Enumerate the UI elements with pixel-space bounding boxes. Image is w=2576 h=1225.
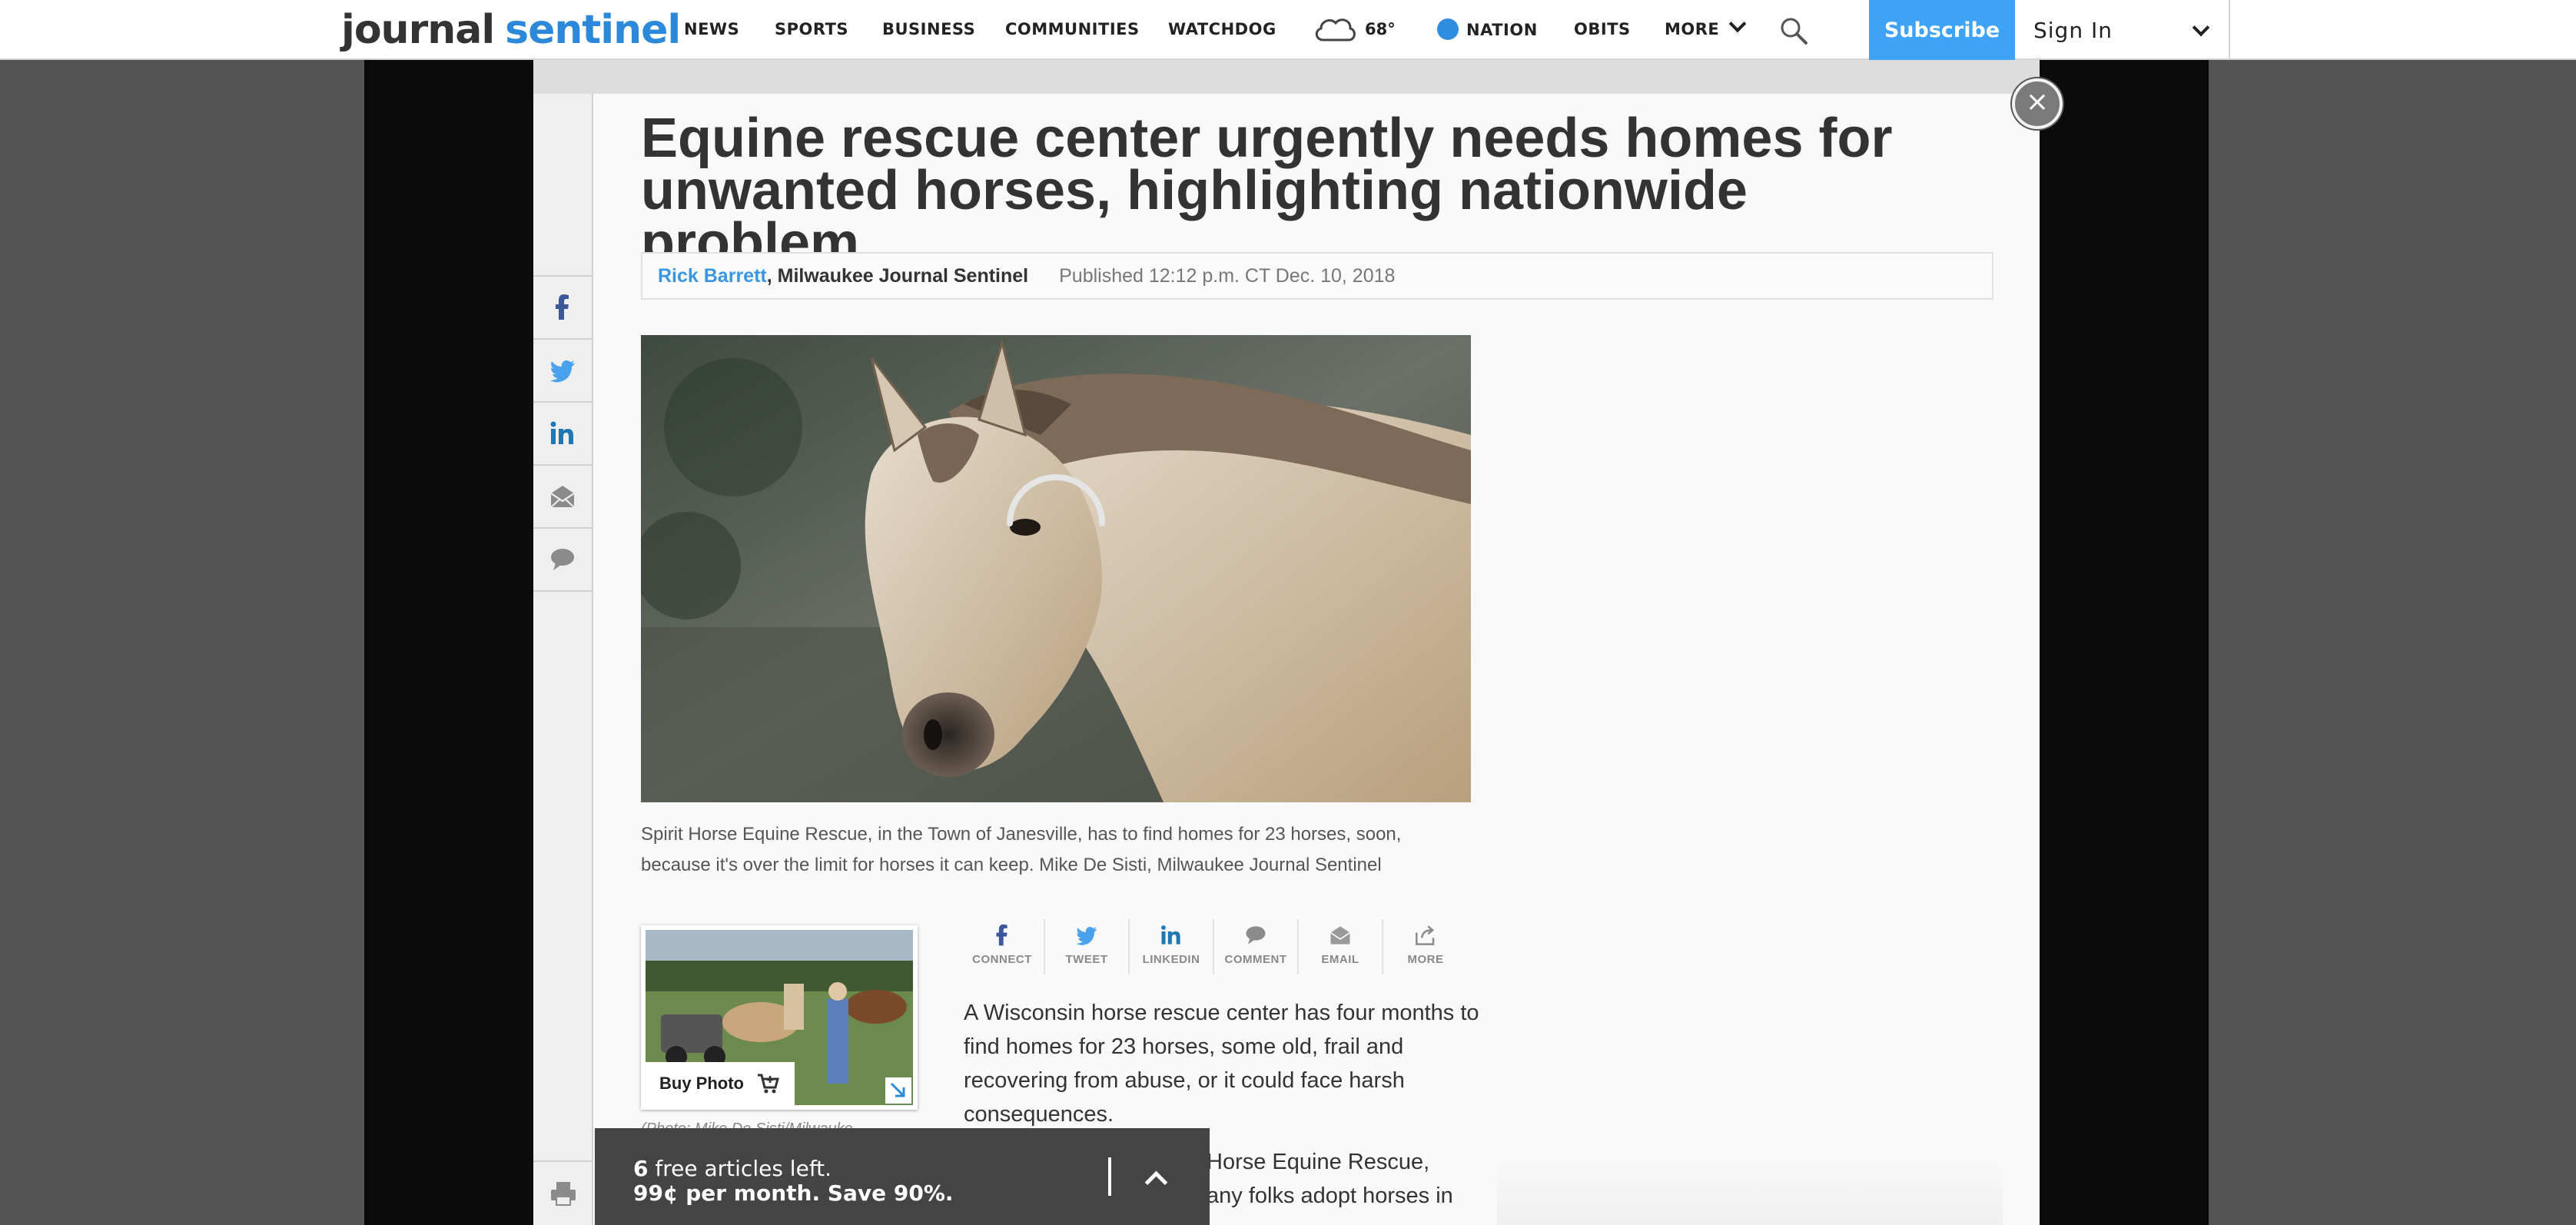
nav-news[interactable]: NEWS bbox=[684, 20, 739, 38]
rail-twitter-button[interactable] bbox=[533, 338, 592, 401]
facebook-icon bbox=[556, 294, 569, 320]
weather-temperature: 68° bbox=[1365, 20, 1396, 38]
buy-photo-button[interactable]: Buy Photo bbox=[646, 1062, 795, 1105]
search-icon[interactable] bbox=[1778, 15, 1809, 46]
nav-sports[interactable]: SPORTS bbox=[775, 20, 848, 38]
article-headline: Equine rescue center urgently needs home… bbox=[641, 108, 1893, 274]
nav-communities[interactable]: COMMUNITIES bbox=[1005, 20, 1140, 38]
author-organization: , Milwaukee Journal Sentinel bbox=[766, 264, 1029, 287]
share-email-button[interactable]: EMAIL bbox=[1299, 919, 1383, 974]
share-comment-label: COMMENT bbox=[1224, 953, 1287, 966]
hero-photo[interactable] bbox=[641, 335, 1471, 802]
published-timestamp: Published 12:12 p.m. CT Dec. 10, 2018 bbox=[1059, 264, 1396, 287]
share-connect-label: CONNECT bbox=[972, 953, 1032, 966]
cart-icon bbox=[758, 1074, 779, 1094]
logo-word-sentinel: sentinel bbox=[505, 7, 681, 53]
nav-more[interactable]: MORE bbox=[1665, 15, 1747, 38]
paywall-banner[interactable]: 6 free articles left. 99¢ per month. Sav… bbox=[595, 1128, 1210, 1225]
share-arrow-icon bbox=[1416, 925, 1435, 945]
email-icon bbox=[1330, 926, 1350, 944]
article-paragraph: A Wisconsin horse rescue center has four… bbox=[964, 1001, 1479, 1127]
weather-widget[interactable]: 68° bbox=[1313, 14, 1396, 45]
rail-divider bbox=[533, 590, 592, 592]
subscription-offer: 99¢ per month. Save 90%. bbox=[633, 1180, 954, 1206]
nav-obits[interactable]: OBITS bbox=[1574, 20, 1631, 38]
chevron-down-icon bbox=[2192, 18, 2210, 37]
nav-nation[interactable]: NATION bbox=[1437, 18, 1538, 41]
sign-in-label: Sign In bbox=[2033, 17, 2113, 43]
comment-icon bbox=[1246, 926, 1266, 944]
close-icon: × bbox=[2025, 86, 2050, 118]
rail-comment-button[interactable] bbox=[533, 527, 592, 590]
rail-linkedin-button[interactable] bbox=[533, 401, 592, 464]
share-connect-button[interactable]: CONNECT bbox=[961, 919, 1045, 974]
chevron-down-icon bbox=[1728, 15, 1747, 33]
share-more-label: MORE bbox=[1407, 953, 1444, 966]
inline-share-bar: CONNECT TWEET LINKEDIN COMMENT EMAIL MOR… bbox=[961, 919, 1468, 974]
nation-globe-icon bbox=[1437, 18, 1459, 40]
linkedin-icon bbox=[550, 421, 573, 444]
modal-top-strip bbox=[533, 60, 2040, 94]
buy-photo-label: Buy Photo bbox=[659, 1074, 744, 1093]
logo-word-journal: journal bbox=[341, 7, 495, 53]
ad-placeholder bbox=[1497, 1153, 2003, 1225]
photo-caption: Spirit Horse Equine Rescue, in the Town … bbox=[641, 824, 1402, 875]
cloud-icon bbox=[1315, 18, 1356, 41]
print-button[interactable] bbox=[533, 1160, 593, 1225]
paywall-divider bbox=[1108, 1157, 1111, 1196]
share-linkedin-button[interactable]: LINKEDIN bbox=[1130, 919, 1214, 974]
twitter-icon bbox=[1076, 927, 1097, 945]
article-paragraph-fragment: any folks adopt horses in bbox=[1207, 1184, 1453, 1208]
print-icon bbox=[551, 1182, 576, 1206]
horse-photo-image bbox=[641, 335, 1471, 802]
author-link[interactable]: Rick Barrett bbox=[658, 265, 767, 287]
email-icon bbox=[550, 486, 575, 508]
share-email-label: EMAIL bbox=[1321, 953, 1359, 966]
close-button[interactable]: × bbox=[2012, 78, 2063, 129]
free-articles-count: 6 bbox=[633, 1156, 649, 1181]
subscribe-button[interactable]: Subscribe bbox=[1869, 0, 2015, 60]
sign-in-button[interactable]: Sign In bbox=[2015, 0, 2230, 60]
share-tweet-button[interactable]: TWEET bbox=[1045, 919, 1130, 974]
free-articles-remaining: 6 free articles left. bbox=[633, 1156, 832, 1181]
free-articles-text: free articles left. bbox=[648, 1156, 832, 1181]
related-photo-thumbnail[interactable]: Buy Photo bbox=[641, 925, 918, 1110]
share-linkedin-label: LINKEDIN bbox=[1142, 953, 1200, 966]
top-navigation: journal sentinel NEWS SPORTS BUSINESS CO… bbox=[0, 0, 2576, 60]
rail-email-button[interactable] bbox=[533, 464, 592, 527]
comment-icon bbox=[551, 549, 574, 570]
share-comment-button[interactable]: COMMENT bbox=[1214, 919, 1299, 974]
twitter-icon bbox=[550, 360, 575, 383]
linkedin-icon bbox=[1161, 925, 1180, 944]
nav-more-label: MORE bbox=[1665, 20, 1720, 38]
expand-icon[interactable] bbox=[885, 1077, 911, 1104]
share-more-button[interactable]: MORE bbox=[1383, 919, 1468, 974]
share-tweet-label: TWEET bbox=[1065, 953, 1108, 966]
share-rail bbox=[533, 94, 593, 1225]
rail-facebook-button[interactable] bbox=[533, 275, 592, 338]
nav-business[interactable]: BUSINESS bbox=[882, 20, 975, 38]
byline: Rick Barrett , Milwaukee Journal Sentine… bbox=[641, 252, 1993, 300]
chevron-up-icon[interactable] bbox=[1137, 1165, 1173, 1200]
nav-watchdog[interactable]: WATCHDOG bbox=[1168, 20, 1276, 38]
article-paragraph-fragment: Horse Equine Rescue, bbox=[1207, 1150, 1430, 1174]
facebook-icon bbox=[996, 924, 1007, 946]
site-logo[interactable]: journal sentinel bbox=[341, 6, 681, 54]
nav-nation-label: NATION bbox=[1466, 21, 1538, 39]
